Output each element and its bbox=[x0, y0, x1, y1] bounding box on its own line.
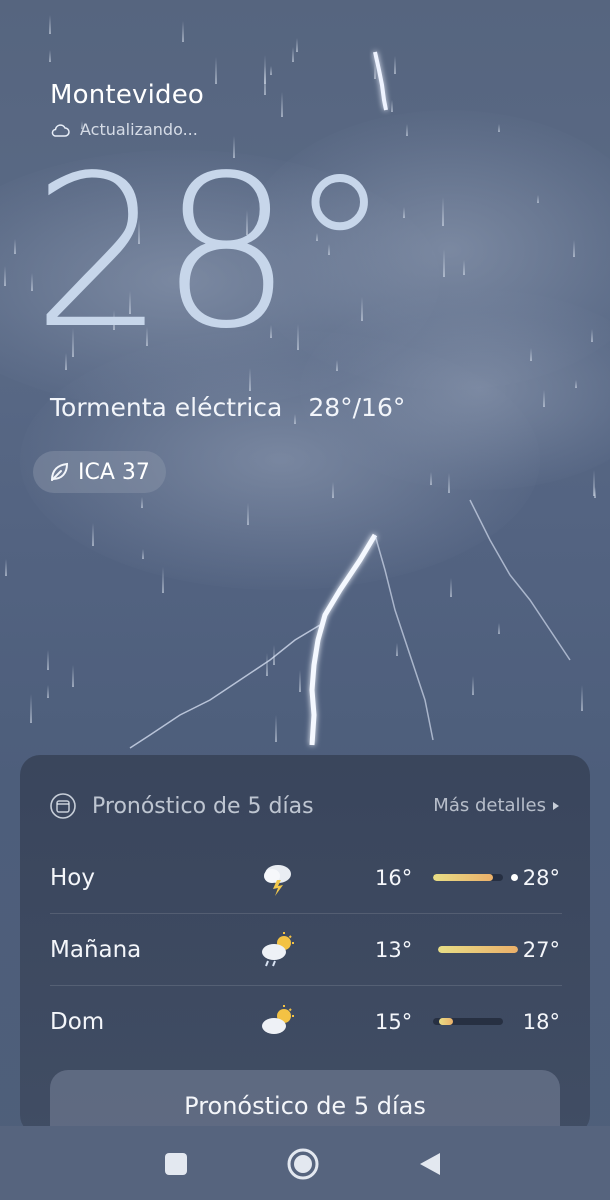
forecast-high: 28° bbox=[522, 866, 560, 890]
calendar-icon bbox=[50, 793, 76, 819]
temperature-range-fill bbox=[438, 946, 518, 953]
thunderstorm-icon bbox=[264, 865, 291, 896]
leaf-icon bbox=[51, 462, 69, 481]
forecast-low: 16° bbox=[375, 866, 413, 890]
forecast-day: Dom bbox=[50, 1009, 105, 1035]
condition-label: Tormenta eléctrica bbox=[50, 393, 283, 422]
temperature-range-fill bbox=[433, 874, 494, 881]
lightning-bolt bbox=[129, 51, 571, 749]
forecast-card: Pronóstico de 5 días Más detalles Hoy 16… bbox=[20, 755, 590, 1135]
forecast-low: 13° bbox=[375, 938, 413, 962]
temperature-range-fill bbox=[438, 1018, 453, 1025]
condition-summary: Tormenta eléctrica 28°/16° bbox=[50, 393, 405, 422]
forecast-header: Pronóstico de 5 días bbox=[50, 793, 314, 819]
home-button[interactable] bbox=[283, 1144, 323, 1184]
navigation-bar bbox=[0, 1126, 610, 1200]
temperature-range-bar bbox=[433, 874, 503, 881]
forecast-high: 18° bbox=[522, 1010, 560, 1034]
forecast-day: Mañana bbox=[50, 937, 142, 963]
square-icon bbox=[165, 1153, 187, 1175]
back-button[interactable] bbox=[410, 1144, 450, 1184]
forecast-high: 27° bbox=[522, 938, 560, 962]
forecast-row[interactable]: Hoy 16° 28° bbox=[50, 842, 562, 914]
air-quality-label: ICA 37 bbox=[78, 459, 150, 485]
temperature-range-bar bbox=[438, 946, 518, 953]
high-low-label: 28°/16° bbox=[308, 393, 406, 422]
weather-screen: Montevideo Actualizando... 28° Tormenta … bbox=[0, 0, 610, 1200]
temperature-range-bar bbox=[433, 1018, 503, 1025]
partly-sunny-rain-icon bbox=[262, 932, 294, 967]
forecast-row[interactable]: Mañana 13° 27° bbox=[50, 914, 562, 986]
back-triangle-icon bbox=[420, 1153, 440, 1175]
recents-button[interactable] bbox=[156, 1144, 196, 1184]
more-details-link[interactable]: Más detalles bbox=[433, 795, 560, 816]
forecast-low: 15° bbox=[375, 1010, 413, 1034]
air-quality-badge[interactable]: ICA 37 bbox=[33, 451, 166, 493]
city-name: Montevideo bbox=[50, 80, 205, 110]
chevron-right-icon bbox=[553, 801, 559, 810]
current-temp-marker bbox=[511, 874, 518, 881]
partly-cloudy-icon bbox=[262, 1005, 294, 1034]
more-details-label: Más detalles bbox=[433, 795, 546, 816]
forecast-title: Pronóstico de 5 días bbox=[92, 793, 314, 819]
current-temperature: 28° bbox=[32, 130, 392, 375]
forecast-day: Hoy bbox=[50, 865, 95, 891]
forecast-row[interactable]: Dom 15° 18° bbox=[50, 986, 562, 1058]
circle-icon bbox=[287, 1148, 319, 1180]
